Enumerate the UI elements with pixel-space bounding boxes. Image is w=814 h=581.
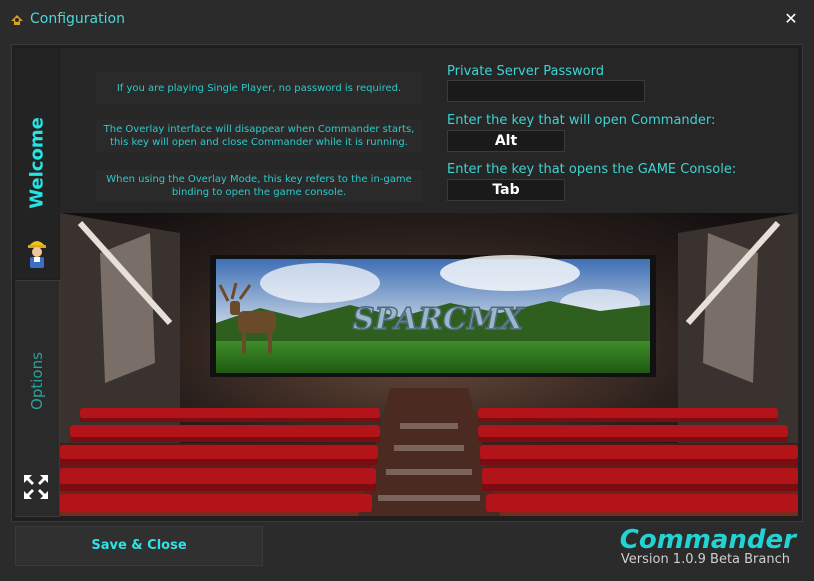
version-label: Version 1.0.9 Beta Branch	[620, 552, 790, 567]
info-open-key: The Overlay interface will disappear whe…	[96, 120, 422, 152]
info-password: If you are playing Single Player, no pas…	[96, 72, 422, 104]
title-bar: Configuration ✕	[0, 0, 814, 38]
welcome-content: If you are playing Single Player, no pas…	[60, 48, 798, 516]
tab-welcome-label: Welcome	[26, 117, 48, 209]
console-key-input[interactable]: Tab	[447, 179, 565, 201]
arrows-icon	[24, 475, 48, 499]
theater-banner: SPARCMX	[60, 213, 798, 516]
commander-app-icon	[11, 15, 23, 25]
theater-illustration: SPARCMX	[60, 213, 798, 516]
console-key-label: Enter the key that opens the GAME Consol…	[447, 162, 737, 177]
info-console-key: When using the Overlay Mode, this key re…	[96, 170, 422, 202]
tab-welcome[interactable]: Welcome	[15, 48, 59, 278]
tab-options-label: Options	[28, 352, 46, 410]
open-key-input[interactable]: Alt	[447, 130, 565, 152]
screen-logo: SPARCMX	[353, 302, 525, 337]
close-icon[interactable]: ✕	[782, 10, 800, 28]
brand-title: Commander	[619, 525, 796, 555]
worker-icon	[28, 241, 46, 268]
save-close-button[interactable]: Save & Close	[15, 526, 263, 566]
window-title: Configuration	[30, 11, 125, 27]
open-key-label: Enter the key that will open Commander:	[447, 113, 716, 128]
tab-options[interactable]: Options	[15, 280, 60, 517]
password-label: Private Server Password	[447, 64, 604, 79]
password-input[interactable]	[447, 80, 645, 102]
